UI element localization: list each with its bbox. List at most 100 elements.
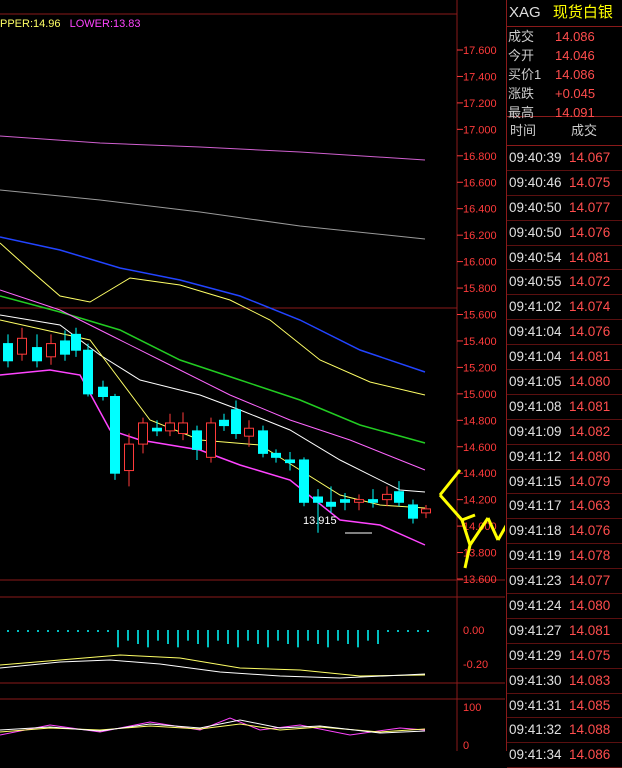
price-axis-label: 15.200 (463, 362, 497, 374)
candle-body (219, 419, 229, 427)
tick-time: 09:41:09 (509, 423, 562, 439)
tick-row: 09:41:09 14.082 (507, 420, 622, 445)
price-axis-label: 15.400 (463, 336, 497, 348)
tick-time: 09:40:46 (509, 174, 562, 190)
tick-price: 14.077 (569, 573, 611, 589)
tick-time: 09:40:50 (509, 224, 562, 240)
candle-body (408, 504, 418, 519)
tick-row: 09:41:29 14.075 (507, 644, 622, 669)
tick-row: 09:41:24 14.080 (507, 594, 622, 619)
tick-row: 09:41:15 14.079 (507, 470, 622, 495)
tick-price: 14.080 (569, 448, 611, 464)
price-axis-label: 17.200 (463, 98, 497, 110)
tick-time: 09:41:23 (509, 573, 562, 589)
chart-area[interactable]: 17.600 17.400 17.200 17.000 16.800 16.600 16.4… (0, 0, 505, 751)
tick-row: 09:41:31 14.085 (507, 694, 622, 719)
candle-body (271, 452, 281, 458)
candle-body (110, 395, 120, 474)
candle-body (382, 493, 392, 501)
tick-row: 09:41:12 14.080 (507, 445, 622, 470)
tick-time: 09:41:17 (509, 498, 562, 514)
tick-time: 09:40:54 (509, 249, 562, 265)
candle-body (71, 333, 81, 351)
legend-lower: LOWER:13.83 (69, 18, 141, 30)
tick-row: 09:40:39 14.067 (507, 146, 622, 171)
candle-body (326, 501, 336, 507)
tick-time: 09:41:04 (509, 324, 562, 340)
candle-body (394, 491, 404, 503)
tick-price: 14.079 (569, 473, 611, 489)
tick-row: 09:41:05 14.080 (507, 370, 622, 395)
tick-row: 09:40:54 14.081 (507, 246, 622, 271)
quote-label: 今开 (508, 48, 535, 63)
quote-value: +0.045 (555, 86, 596, 101)
candle-body (3, 343, 13, 362)
macd-axis-label: -0.20 (463, 659, 488, 671)
price-axis-label: 15.800 (463, 283, 497, 295)
tick-price: 14.081 (569, 398, 611, 414)
candle-body (152, 427, 162, 432)
tick-row: 09:41:08 14.081 (507, 395, 622, 420)
ticks-list[interactable]: 09:40:39 14.067 09:40:46 14.075 09:40:50 14.0… (507, 146, 622, 768)
tick-price: 14.077 (569, 199, 611, 215)
price-axis-label: 14.400 (463, 468, 497, 480)
tick-price: 14.078 (569, 548, 611, 564)
tick-time: 09:41:04 (509, 349, 562, 365)
candle-body (206, 422, 216, 458)
candle-body (299, 459, 309, 503)
ticks-header-price: 成交 (571, 123, 598, 138)
candle-body (17, 337, 27, 355)
candle-body (138, 422, 148, 445)
candle-body (60, 340, 70, 355)
price-axis-label: 16.000 (463, 257, 497, 269)
tick-time: 09:40:50 (509, 199, 562, 215)
instrument-symbol: XAG (509, 4, 541, 21)
annotation-arrow (461, 513, 476, 522)
tick-price: 14.072 (569, 274, 611, 290)
kdj-axis-label: 0 (463, 740, 469, 751)
price-axis-label: 15.000 (463, 389, 497, 401)
candle-body (258, 430, 268, 454)
tick-time: 09:41:34 (509, 747, 562, 763)
quote-label: 成交 (508, 29, 535, 44)
ma-line-magenta-long (0, 135, 426, 161)
price-axis-label: 14.200 (463, 495, 497, 507)
candle-body (354, 499, 364, 503)
macd-axis-label: 0.00 (463, 625, 484, 637)
tick-price: 14.085 (569, 697, 611, 713)
candle-body (231, 409, 241, 435)
kline-chart[interactable]: 17.600 17.400 17.200 17.000 16.800 16.600 16.4… (0, 0, 505, 751)
legend-upper: PPER:14.96 (0, 18, 61, 30)
price-axis-label: 13.600 (463, 574, 497, 586)
price-axis-label: 17.400 (463, 71, 497, 83)
tick-time: 09:41:02 (509, 299, 562, 315)
tick-price: 14.075 (569, 647, 611, 663)
price-axis-label: 16.800 (463, 151, 497, 163)
candle-body (421, 508, 431, 514)
quote-value: 14.046 (555, 48, 595, 63)
tick-time: 09:40:55 (509, 274, 562, 290)
tick-row: 09:41:04 14.076 (507, 320, 622, 346)
candle-body (46, 343, 56, 358)
tick-row: 09:41:30 14.083 (507, 669, 622, 694)
instrument-title: XAG 现货白银 (507, 0, 622, 27)
quote-summary: 成交 14.086 今开 14.046 买价1 14.086 涨跌 +0.045 最高 14.09… (507, 27, 622, 120)
tick-time: 09:41:32 (509, 722, 562, 738)
candle-body (32, 347, 42, 362)
tick-row: 09:41:27 14.081 (507, 619, 622, 644)
quote-value: 14.086 (555, 67, 595, 82)
ma-line-green (0, 295, 426, 444)
tick-price: 14.080 (569, 598, 611, 614)
tick-row: 09:40:46 14.075 (507, 171, 622, 196)
tick-price: 14.063 (569, 498, 611, 514)
tick-price: 14.082 (569, 423, 611, 439)
tick-price: 14.076 (569, 523, 611, 539)
tick-row: 09:41:19 14.078 (507, 544, 622, 570)
macd-dif (0, 659, 426, 679)
price-axis-label: 16.600 (463, 177, 497, 189)
candle-body (83, 349, 93, 395)
ma-line-gray (0, 189, 426, 240)
price-axis-label: 16.200 (463, 230, 497, 242)
tick-time: 09:41:24 (509, 598, 562, 614)
candle-body (340, 499, 350, 503)
